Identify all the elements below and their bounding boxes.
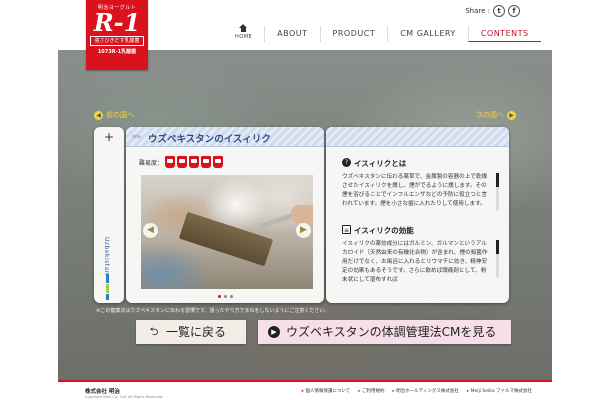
cup-icon bbox=[177, 156, 188, 168]
back-to-list-label: 一覧に戻る bbox=[166, 325, 227, 339]
nav-contents[interactable]: CONTENTS bbox=[467, 26, 541, 42]
cup-icon bbox=[165, 156, 176, 168]
scrollbar[interactable] bbox=[496, 240, 499, 278]
cup-icon bbox=[213, 156, 224, 168]
flag-stripe-blue-2 bbox=[106, 294, 109, 300]
footer-link-terms[interactable]: ご利用規約 bbox=[358, 388, 385, 394]
info-header-bar bbox=[326, 127, 509, 147]
nav-about[interactable]: ABOUT bbox=[264, 26, 319, 42]
pagination-dot[interactable] bbox=[230, 295, 233, 298]
plus-icon[interactable]: + bbox=[94, 127, 124, 147]
facebook-icon[interactable]: f bbox=[508, 5, 520, 17]
pagination-dot[interactable] bbox=[224, 295, 227, 298]
footer-link-holdings[interactable]: 明治ホールディングス株式会社 bbox=[392, 388, 459, 394]
flag-stripe-green bbox=[106, 284, 109, 293]
prev-country-link[interactable]: ◀ 前の国へ bbox=[94, 110, 134, 120]
next-country-label: 次の国へ bbox=[476, 111, 504, 119]
section-heading: イスィリクとは bbox=[354, 159, 407, 168]
play-icon: ▶ bbox=[268, 325, 280, 338]
arrow-left-icon: ◀ bbox=[94, 110, 103, 120]
nav-cm-gallery[interactable]: CM GALLERY bbox=[387, 26, 468, 42]
difficulty-rating: 難易度： bbox=[139, 156, 224, 168]
photo-prev-button[interactable]: ◀ bbox=[143, 223, 158, 238]
watch-cm-label: ウズベキスタンの体調管理法CMを見る bbox=[286, 325, 497, 339]
brand-logo[interactable]: 明治ヨーグルト R-1 強さひきだす乳酸菌 1073R-1乳酸菌 bbox=[86, 0, 148, 70]
copyright: Copyright Meiji Co., Ltd. All Rights Res… bbox=[85, 395, 164, 399]
logo-mark: R-1 bbox=[93, 8, 141, 37]
cup-icon bbox=[201, 156, 212, 168]
prev-country-label: 前の国へ bbox=[106, 111, 134, 119]
company-name: 株式会社 明治 bbox=[85, 389, 120, 395]
nav-home-label: HOME bbox=[235, 34, 253, 40]
twitter-icon[interactable]: t bbox=[493, 5, 505, 17]
right-margin bbox=[552, 0, 610, 400]
footer-links: 個人情報保護について ご利用規約 明治ホールディングス株式会社 Meiji Se… bbox=[302, 388, 532, 394]
watch-cm-button[interactable]: ▶ ウズベキスタンの体調管理法CMを見る bbox=[258, 320, 511, 344]
scrollbar[interactable] bbox=[496, 173, 499, 211]
footer-link-seika[interactable]: Meiji Seika ファルマ株式会社 bbox=[467, 388, 532, 394]
section-body: ウズベキスタンに伝わる薬草で、金属製の容器の上で乾燥させたイスィリクを燻し、煙が… bbox=[342, 174, 488, 207]
card-title-bar: title ウズベキスタンのイスィリク bbox=[126, 127, 324, 147]
logo-strain: 1073R-1乳酸菌 bbox=[97, 49, 137, 55]
page-frame: Share : t f HOME ABOUT PRODUCT CM GALLER… bbox=[58, 0, 552, 400]
logo-tagline: 強さひきだす乳酸菌 bbox=[90, 36, 144, 46]
disclaimer-note: ※この健康法はウズベキスタンに伝わる習慣です。誤ったやり方でまねをしないようにご… bbox=[96, 308, 330, 314]
country-main-panel: title ウズベキスタンのイスィリク 難易度： ◀ ▶ bbox=[126, 127, 324, 303]
footer: 株式会社 明治 Copyright Meiji Co., Ltd. All Ri… bbox=[58, 380, 552, 400]
country-tab: + Uzbekistan bbox=[94, 127, 124, 303]
photo-next-button[interactable]: ▶ bbox=[296, 223, 311, 238]
nav-home[interactable]: HOME bbox=[223, 24, 264, 42]
country-photo: ◀ ▶ bbox=[141, 175, 313, 289]
flag-stripe-blue bbox=[106, 274, 109, 283]
section-body: イスィリクの薬効成分にはガルミン、ガルマンというアルカロイド（天然由来の有機化合… bbox=[342, 241, 488, 283]
country-side-label: Uzbekistan bbox=[103, 237, 110, 276]
card-title: ウズベキスタンのイスィリク bbox=[148, 134, 271, 145]
document-icon: ≡ bbox=[342, 225, 351, 234]
main-nav: HOME ABOUT PRODUCT CM GALLERY CONTENTS bbox=[223, 24, 541, 42]
cup-icon bbox=[189, 156, 200, 168]
arrow-right-icon: ▶ bbox=[507, 110, 516, 120]
footer-link-privacy[interactable]: 個人情報保護について bbox=[302, 388, 350, 394]
back-to-list-button[interactable]: ⮌ 一覧に戻る bbox=[136, 320, 246, 344]
nav-product[interactable]: PRODUCT bbox=[319, 26, 388, 42]
share-bar: Share : t f bbox=[465, 5, 520, 17]
home-icon bbox=[239, 24, 248, 32]
pagination-dot[interactable] bbox=[218, 295, 221, 298]
title-tag: title bbox=[132, 135, 141, 140]
next-country-link[interactable]: 次の国へ ▶ bbox=[476, 110, 516, 120]
share-label: Share : bbox=[465, 7, 490, 15]
info-panel: ? イスィリクとは ウズベキスタンに伝わる薬草で、金属製の容器の上で乾燥させたイ… bbox=[326, 127, 509, 303]
photo-pagination bbox=[218, 295, 233, 298]
section-heading: イスィリクの効能 bbox=[354, 226, 414, 235]
hand bbox=[291, 205, 313, 223]
country-card: + Uzbekistan title ウズベキスタンのイスィリク 難易度： ◀ … bbox=[94, 127, 509, 303]
return-icon: ⮌ bbox=[149, 324, 159, 338]
difficulty-label: 難易度： bbox=[139, 159, 164, 167]
left-margin bbox=[0, 0, 58, 400]
question-icon: ? bbox=[342, 158, 351, 167]
